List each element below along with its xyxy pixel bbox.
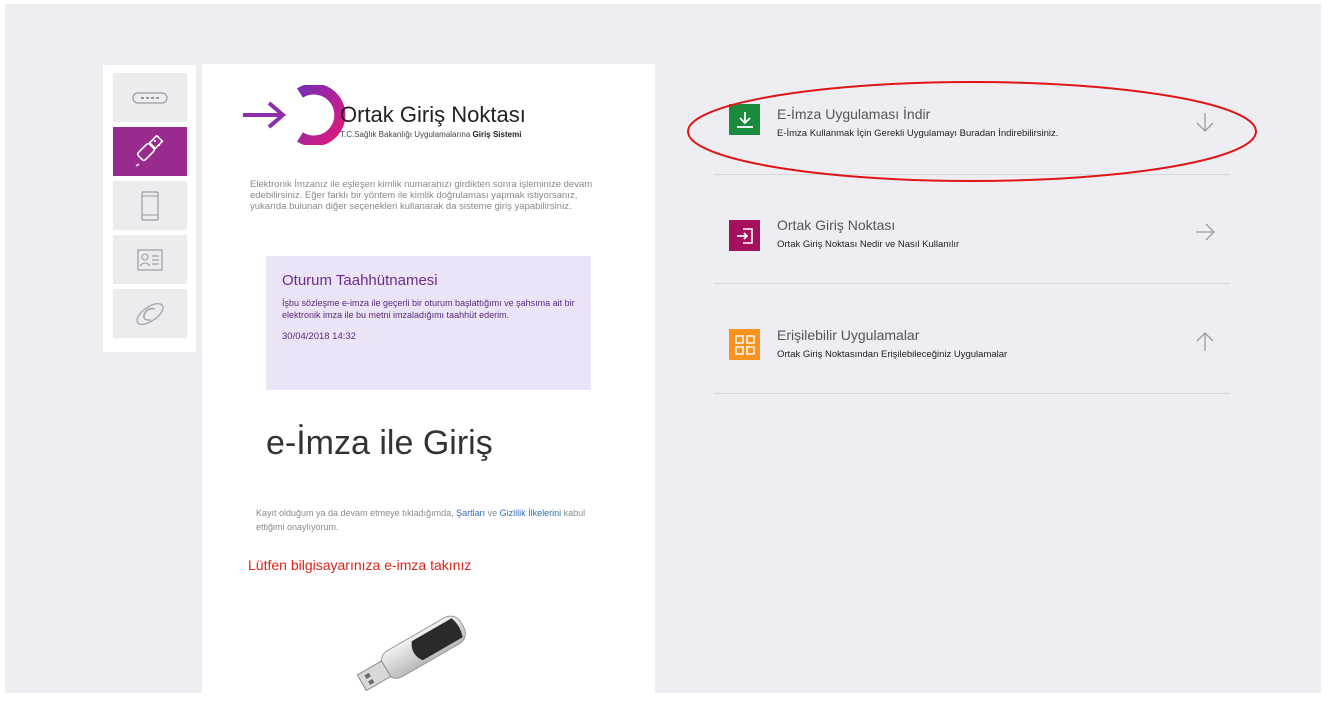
login-method-tabs [103,65,196,352]
arrow-right-icon [1196,223,1215,241]
tab-smart-card-reader[interactable] [113,73,187,122]
download-icon [729,104,760,135]
tab-e-devlet[interactable] [113,289,187,338]
id-card-icon [137,248,163,271]
mobile-phone-icon [141,190,159,221]
card-reader-icon [132,91,168,104]
link-description: Ortak Giriş Noktasından Erişilebileceğin… [777,349,1008,360]
link-accessible-applications[interactable]: Erişilebilir Uygulamalar Ortak Giriş Nok… [714,285,1230,394]
grid-apps-icon [729,329,760,360]
notice-date: 30/04/2018 14:32 [282,331,356,342]
intro-text: Elektronik İmzanız ile eşleşen kimlik nu… [250,179,593,212]
link-description: Ortak Giriş Noktası Nedir ve Nasıl Kulla… [777,239,960,250]
session-commitment-box: Oturum Taahhütnamesi İşbu sözleşme e-imz… [266,256,591,390]
arrow-down-icon [1196,113,1214,132]
login-card: Ortak Giriş Noktası T.C.Sağlık Bakanlığı… [202,64,655,693]
link-title: Erişilebilir Uygulamalar [777,327,920,343]
link-description: E-İmza Kullanmak İçin Gerekli Uygulamayı… [777,128,1059,139]
notice-body: İşbu sözleşme e-imza ile geçerli bir otu… [282,298,575,320]
privacy-link[interactable]: Gizlilik İlkelerini [500,508,562,518]
insert-token-warning: Lütfen bilgisayarınıza e-imza takınız [248,557,472,573]
logo-title: Ortak Giriş Noktası [340,102,526,127]
e-devlet-icon [136,302,164,325]
link-download-e-imza-app[interactable]: E-İmza Uygulaması İndir E-İmza Kullanmak… [714,66,1230,175]
logo-subtitle: T.C.Sağlık Bakanlığı Uygulamalarına Giri… [340,130,522,139]
link-title: Ortak Giriş Noktası [777,217,896,233]
usb-token-image-icon [356,615,466,692]
tab-mobile[interactable] [113,181,187,230]
notice-title: Oturum Taahhütnamesi [282,272,438,289]
link-ortak-giris-noktasi[interactable]: Ortak Giriş Noktası Ortak Giriş Noktası … [714,175,1230,284]
tab-e-imza[interactable] [113,127,187,176]
tab-id-card[interactable] [113,235,187,284]
usb-token-icon [135,134,164,167]
page-title: e-İmza ile Giriş [266,424,493,462]
link-title: E-İmza Uygulaması İndir [777,106,931,122]
arrow-up-icon [1196,332,1214,351]
terms-text: Kayıt olduğum ya da devam etmeye tıkladı… [256,508,586,532]
terms-link[interactable]: Şartları [456,508,485,518]
login-icon [729,220,760,251]
